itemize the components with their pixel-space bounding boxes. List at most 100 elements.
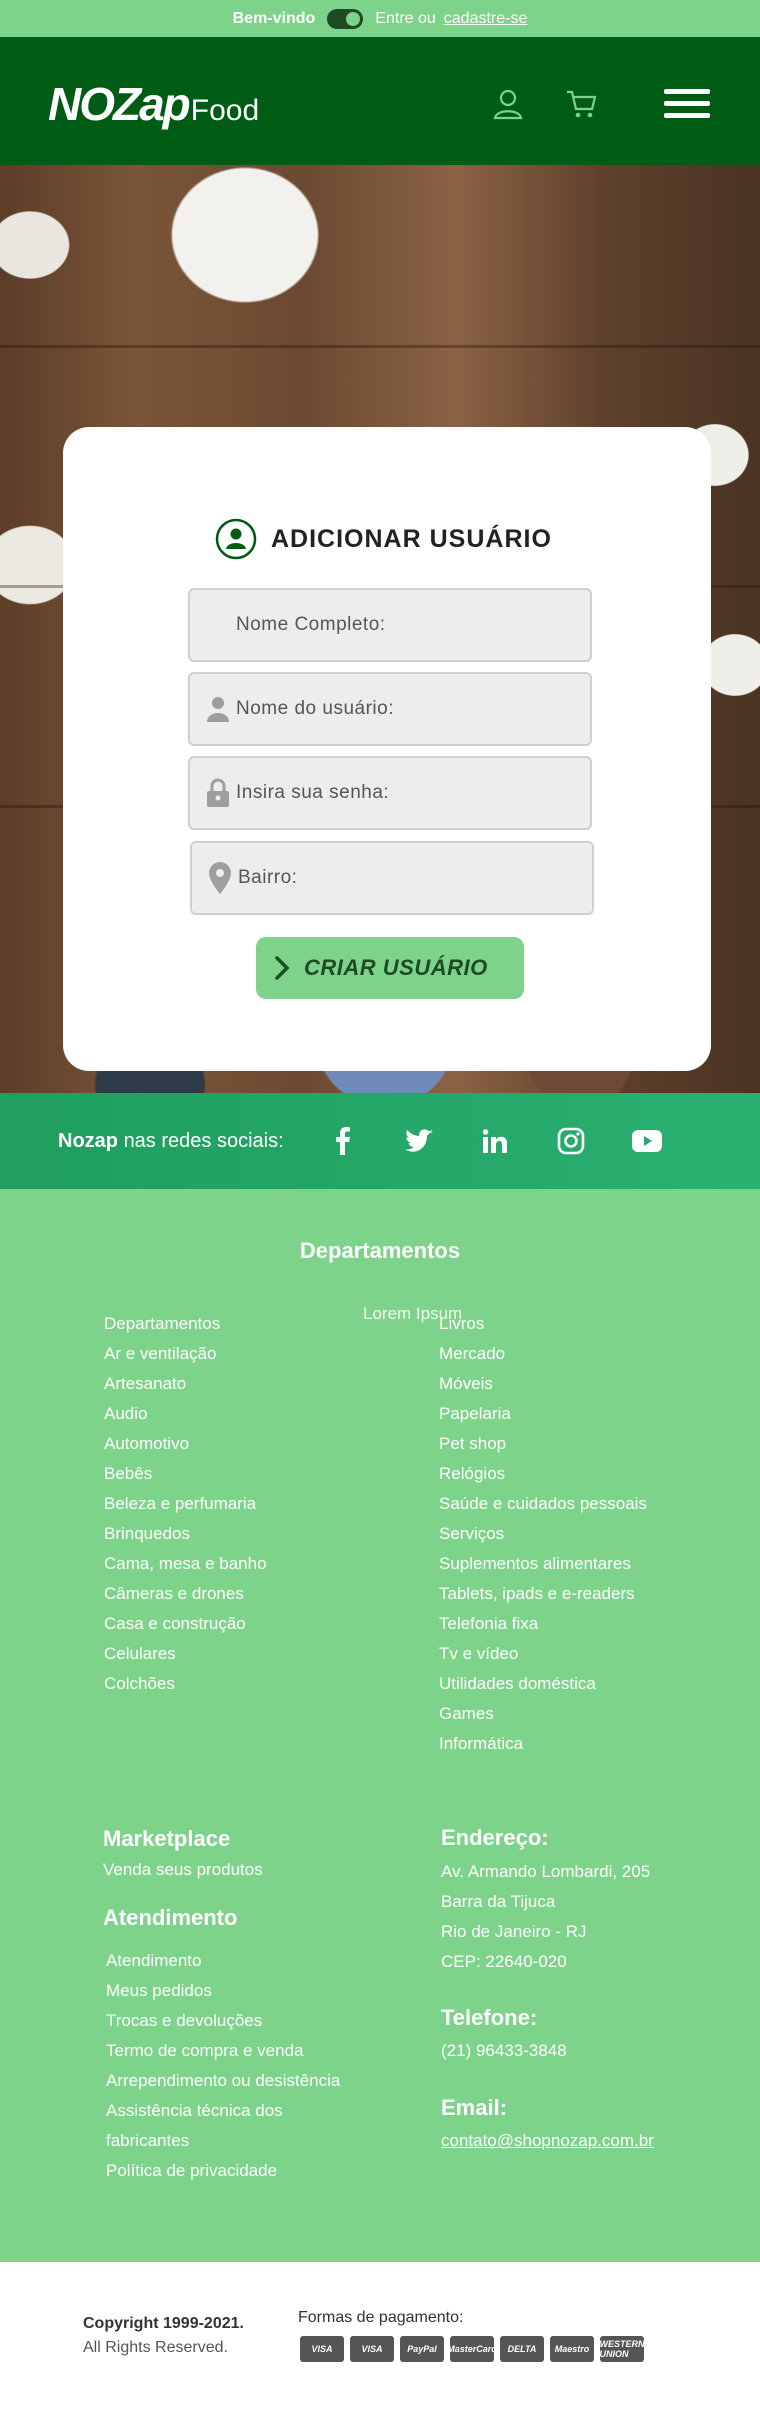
- department-link[interactable]: Papelaria: [439, 1399, 647, 1429]
- atendimento-link[interactable]: Assistência técnica dos fabricantes: [106, 2096, 346, 2156]
- full-name-field[interactable]: [188, 588, 592, 662]
- full-name-input[interactable]: [236, 614, 556, 636]
- logo-sub: Food: [190, 94, 260, 127]
- address-line: Barra da Tijuca: [441, 1892, 556, 1911]
- department-link[interactable]: Artesanato: [104, 1369, 267, 1399]
- department-link[interactable]: Departamentos: [104, 1309, 267, 1339]
- user-icon[interactable]: [491, 87, 525, 121]
- department-link[interactable]: Informática: [439, 1729, 647, 1759]
- payment-card-icon: Maestro: [550, 2336, 594, 2362]
- department-link[interactable]: Relógios: [439, 1459, 647, 1489]
- user-circle-icon: [215, 518, 257, 560]
- department-link[interactable]: Pet shop: [439, 1429, 647, 1459]
- address-line: CEP: 22640-020: [441, 1952, 567, 1971]
- password-field[interactable]: [188, 756, 592, 830]
- form-title-text: ADICIONAR USUÁRIO: [271, 524, 552, 553]
- logo[interactable]: NOZap Food: [48, 77, 259, 131]
- cart-icon[interactable]: [564, 87, 598, 121]
- copyright: Copyright 1999-2021. All Rights Reserved…: [83, 2312, 244, 2360]
- form-title: ADICIONAR USUÁRIO: [215, 518, 552, 560]
- departments-title: Departamentos: [299, 1238, 461, 1263]
- email-title: Email:: [441, 2095, 508, 2120]
- hero-background: ADICIONAR USUÁRIO Nome Completo: Nome do…: [0, 165, 760, 1093]
- welcome-bar: Bem-vindo Entre ou cadastre-se: [0, 0, 760, 37]
- department-link[interactable]: Bebês: [104, 1459, 267, 1489]
- rights-text: All Rights Reserved.: [83, 2339, 228, 2356]
- department-link[interactable]: Livros: [439, 1309, 647, 1339]
- department-link[interactable]: Tv e vídeo: [439, 1639, 647, 1669]
- payment-card-icon: VISA: [300, 2336, 344, 2362]
- department-link[interactable]: Brinquedos: [104, 1519, 267, 1549]
- logo-main: NOZap: [48, 78, 191, 130]
- department-link[interactable]: Automotivo: [104, 1429, 267, 1459]
- payment-card-icon: PayPal: [400, 2336, 444, 2362]
- atendimento-link[interactable]: Trocas e devoluções: [106, 2006, 346, 2036]
- departments-list-1: Departamentos Ar e ventilação Artesanato Au…: [104, 1309, 267, 1699]
- departments-list-2: Livros Mercado Móveis Papelaria Pet shop Reló…: [439, 1309, 647, 1759]
- department-link[interactable]: Mercado: [439, 1339, 647, 1369]
- create-user-label: CRIAR USUÁRIO: [304, 955, 488, 980]
- menu-icon[interactable]: [664, 89, 710, 121]
- atendimento-link[interactable]: Arrependimento ou desistência: [106, 2066, 346, 2096]
- bottom-bar: Copyright 1999-2021. All Rights Reserved…: [0, 2262, 760, 2425]
- address-text: Av. Armando Lombardi, 205 Barra da Tijuc…: [441, 1857, 650, 1977]
- phone-title: Telefone:: [441, 2005, 538, 2030]
- department-link[interactable]: Audio: [104, 1399, 267, 1429]
- atendimento-list: Atendimento Meus pedidos Trocas e devoluçõ…: [106, 1946, 346, 2186]
- signup-link[interactable]: cadastre-se: [444, 10, 528, 28]
- payment-title: Formas de pagamento:: [298, 2309, 464, 2326]
- payment-card-icon: WESTERN UNION: [600, 2336, 645, 2362]
- atendimento-link[interactable]: Termo de compra e venda: [106, 2036, 346, 2066]
- department-link[interactable]: Telefonia fixa: [439, 1609, 647, 1639]
- social-bar: Nozap nas redes sociais:: [0, 1093, 760, 1189]
- atendimento-link[interactable]: Meus pedidos: [106, 1976, 346, 2006]
- payment-card-icon: MasterCard: [447, 2336, 497, 2362]
- address-title: Endereço:: [441, 1825, 549, 1850]
- social-brand: Nozap: [58, 1129, 118, 1152]
- email-link[interactable]: contato@shopnozap.com.br: [441, 2131, 654, 2150]
- department-link[interactable]: Casa e construção: [104, 1609, 267, 1639]
- sell-products-link[interactable]: Venda seus produtos: [103, 1855, 263, 1885]
- atendimento-title: Atendimento: [103, 1905, 238, 1930]
- atendimento-link[interactable]: Atendimento: [106, 1946, 346, 1976]
- department-link[interactable]: Games: [439, 1699, 647, 1729]
- neighborhood-field[interactable]: [190, 841, 594, 915]
- department-link[interactable]: Câmeras e drones: [104, 1579, 267, 1609]
- social-label: nas redes sociais:: [123, 1129, 284, 1152]
- social-text: Nozap nas redes sociais:: [58, 1130, 284, 1153]
- department-link[interactable]: Tablets, ipads e e-readers: [439, 1579, 647, 1609]
- site-footer: Departamentos Lorem Ipsum Departamentos A…: [0, 1189, 760, 2262]
- username-input[interactable]: [236, 698, 556, 720]
- copyright-text: Copyright 1999-2021.: [83, 2315, 244, 2332]
- theme-toggle[interactable]: [327, 8, 364, 29]
- instagram-icon[interactable]: [556, 1126, 586, 1156]
- lock-icon: [207, 778, 229, 807]
- department-link[interactable]: Móveis: [439, 1369, 647, 1399]
- department-link[interactable]: Cama, mesa e banho: [104, 1549, 267, 1579]
- phone-number[interactable]: (21) 96433-3848: [441, 2036, 567, 2066]
- department-link[interactable]: Suplementos alimentares: [439, 1549, 647, 1579]
- payment-card-icon: DELTA: [500, 2336, 544, 2362]
- department-link[interactable]: Ar e ventilação: [104, 1339, 267, 1369]
- atendimento-link[interactable]: Política de privacidade: [106, 2156, 346, 2186]
- linkedin-icon[interactable]: [480, 1126, 510, 1156]
- department-link[interactable]: Celulares: [104, 1639, 267, 1669]
- payment-methods: VISA VISA PayPal MasterCard DELTA Maestro WEST…: [300, 2336, 645, 2362]
- neighborhood-input[interactable]: [238, 867, 558, 889]
- department-link[interactable]: Beleza e perfumaria: [104, 1489, 267, 1519]
- facebook-icon[interactable]: [328, 1126, 358, 1156]
- username-field[interactable]: [188, 672, 592, 746]
- youtube-icon[interactable]: [631, 1126, 662, 1156]
- marketplace-title: Marketplace: [103, 1826, 231, 1851]
- welcome-text: Bem-vindo: [232, 9, 316, 27]
- department-link[interactable]: Utilidades doméstica: [439, 1669, 647, 1699]
- create-user-button[interactable]: CRIAR USUÁRIO: [256, 937, 524, 999]
- twitter-icon[interactable]: [404, 1126, 434, 1156]
- password-input[interactable]: [236, 782, 556, 804]
- payment-card-icon: VISA: [350, 2336, 394, 2362]
- department-link[interactable]: Saúde e cuidados pessoais: [439, 1489, 647, 1519]
- department-link[interactable]: Colchões: [104, 1669, 267, 1699]
- address-line: Rio de Janeiro - RJ: [441, 1922, 587, 1941]
- location-pin-icon: [209, 862, 231, 894]
- department-link[interactable]: Serviços: [439, 1519, 647, 1549]
